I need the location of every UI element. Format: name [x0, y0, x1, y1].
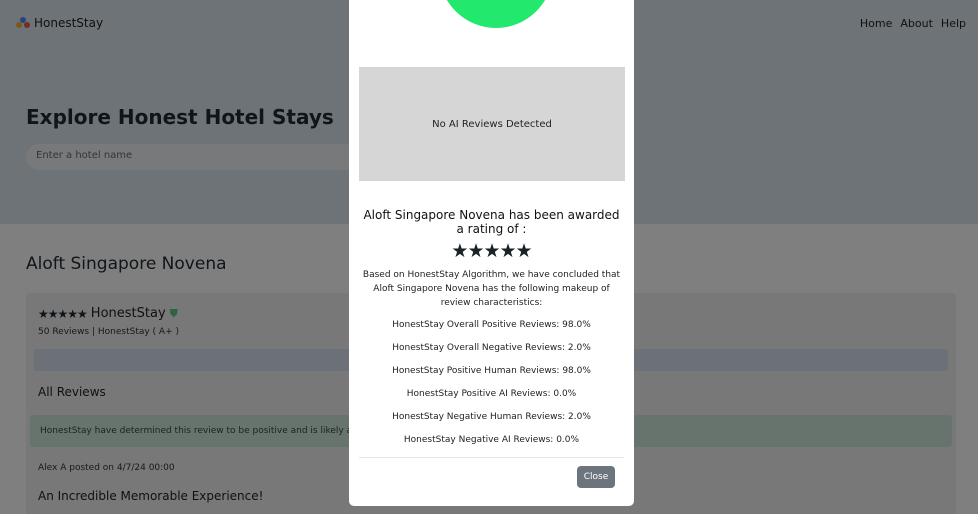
rating-circle-icon	[439, 0, 553, 28]
ai-detection-panel: No AI Reviews Detected	[359, 67, 625, 181]
algorithm-description: Based on HonestStay Algorithm, we have c…	[362, 270, 621, 308]
ai-detection-text: No AI Reviews Detected	[432, 118, 552, 130]
stat-negative-human: HonestStay Negative Human Reviews: 2.0%	[392, 412, 591, 422]
stat-overall-positive: HonestStay Overall Positive Reviews: 98.…	[392, 320, 591, 330]
rating-modal: No AI Reviews Detected Aloft Singapore N…	[349, 0, 634, 506]
stat-positive-ai: HonestStay Positive AI Reviews: 0.0%	[406, 389, 577, 399]
stat-negative-ai: HonestStay Negative AI Reviews: 0.0%	[403, 435, 580, 445]
stat-overall-negative: HonestStay Overall Negative Reviews: 2.0…	[392, 343, 591, 353]
modal-footer-divider	[359, 457, 624, 458]
rating-stars-icon: ★★★★★	[451, 240, 532, 262]
close-button[interactable]: Close	[577, 466, 615, 488]
stat-positive-human: HonestStay Positive Human Reviews: 98.0%	[392, 366, 591, 376]
award-text: Aloft Singapore Novena has been awarded …	[363, 208, 620, 236]
